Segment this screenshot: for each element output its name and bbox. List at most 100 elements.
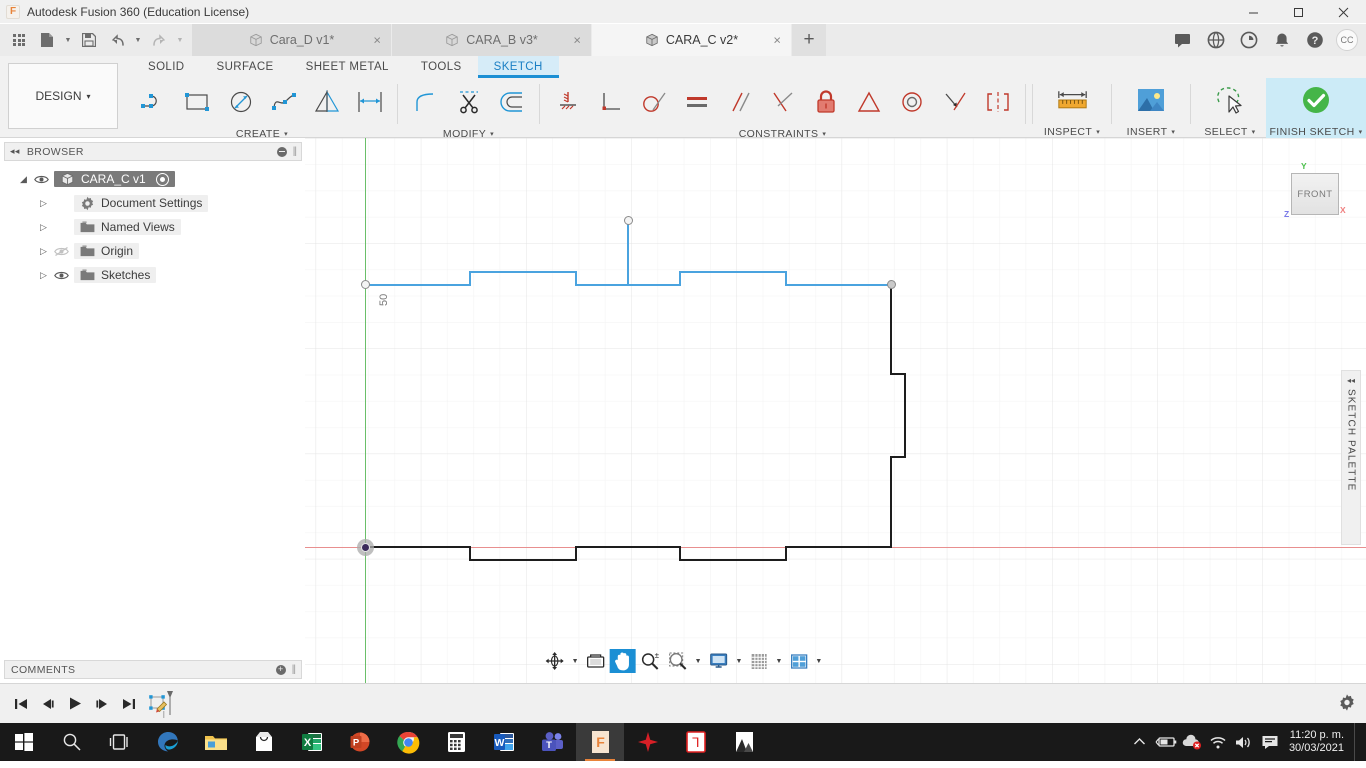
clock[interactable]: 11:20 p. m. 30/03/2021 xyxy=(1283,729,1354,755)
zoom-icon[interactable]: ± xyxy=(636,649,664,673)
wifi-icon[interactable] xyxy=(1205,723,1231,761)
eye-icon[interactable] xyxy=(54,268,69,283)
grid-snaps-icon[interactable] xyxy=(745,649,772,673)
task-view-icon[interactable] xyxy=(96,723,144,761)
eye-off-icon[interactable] xyxy=(54,244,69,259)
calculator-icon[interactable] xyxy=(432,723,480,761)
tree-node-cara-c[interactable]: CARA_C v1 xyxy=(54,171,175,187)
globe-icon[interactable] xyxy=(1199,24,1232,56)
sketch-notch-side[interactable] xyxy=(904,373,906,458)
sketch-top-segment[interactable] xyxy=(365,284,471,286)
equal-constraint-icon[interactable] xyxy=(675,81,718,123)
step-forward-icon[interactable] xyxy=(89,690,114,718)
word-icon[interactable]: W xyxy=(480,723,528,761)
help-icon[interactable]: ? xyxy=(1298,24,1331,56)
play-icon[interactable] xyxy=(62,690,87,718)
expand-triangle-icon[interactable]: ▷ xyxy=(38,270,49,281)
expand-triangle-icon[interactable]: ▷ xyxy=(38,198,49,209)
sketch-bottom-riser[interactable] xyxy=(785,546,787,561)
sketch-feature-icon[interactable] xyxy=(143,690,179,718)
sketch-right-edge[interactable] xyxy=(890,284,892,374)
expand-triangle-icon[interactable]: ◢ xyxy=(18,174,29,185)
sketch-top-segment[interactable] xyxy=(469,271,577,273)
undo-icon[interactable] xyxy=(104,27,130,53)
microsoft-store-icon[interactable] xyxy=(240,723,288,761)
curvature-constraint-icon[interactable] xyxy=(933,81,976,123)
show-hidden-icons-icon[interactable] xyxy=(1127,723,1153,761)
comments-grip-icon[interactable]: || xyxy=(292,664,296,675)
close-icon[interactable]: × xyxy=(773,34,781,47)
circle-icon[interactable] xyxy=(219,81,262,123)
perpendicular-constraint-icon[interactable] xyxy=(589,81,632,123)
tree-node-document-settings[interactable]: Document Settings xyxy=(74,194,209,212)
zoom-window-icon[interactable] xyxy=(664,649,692,673)
rectangle-icon[interactable] xyxy=(176,81,219,123)
show-desktop-button[interactable] xyxy=(1354,723,1362,761)
pan-hand-icon[interactable] xyxy=(609,649,636,673)
sketch-dimension-icon[interactable] xyxy=(348,81,391,123)
trim-icon[interactable] xyxy=(447,81,490,123)
tree-node-named-views[interactable]: Named Views xyxy=(74,219,181,235)
cloud-sync-error-icon[interactable] xyxy=(1179,723,1205,761)
select-cursor-icon[interactable] xyxy=(1209,78,1252,122)
orbit-icon[interactable] xyxy=(541,649,569,673)
viewports-icon[interactable] xyxy=(785,649,812,673)
horizontal-vertical-constraint-icon[interactable] xyxy=(546,81,589,123)
viewcube-front-face[interactable]: FRONT xyxy=(1291,173,1339,215)
add-comment-icon[interactable]: + xyxy=(275,664,286,675)
midpoint-constraint-icon[interactable] xyxy=(761,81,804,123)
maximize-button[interactable] xyxy=(1276,0,1321,24)
redo-icon[interactable] xyxy=(146,27,172,53)
expand-triangle-icon[interactable]: ▷ xyxy=(38,246,49,257)
zoom-window-caret-icon[interactable]: ▼ xyxy=(692,658,705,665)
sketch-top-riser[interactable] xyxy=(469,271,471,286)
sketch-palette-panel[interactable]: ◂◂ SKETCH PALETTE xyxy=(1341,370,1361,545)
photos-icon[interactable] xyxy=(720,723,768,761)
windows-start-icon[interactable] xyxy=(0,723,48,761)
step-back-icon[interactable] xyxy=(35,690,60,718)
tab-solid[interactable]: SOLID xyxy=(132,56,201,78)
parallel-constraint-icon[interactable] xyxy=(718,81,761,123)
concentric-constraint-icon[interactable] xyxy=(847,81,890,123)
redo-caret-icon[interactable]: ▼ xyxy=(174,27,186,53)
undo-caret-icon[interactable]: ▼ xyxy=(132,27,144,53)
display-settings-icon[interactable] xyxy=(705,649,733,673)
sketch-right-edge[interactable] xyxy=(890,456,892,548)
tab-surface[interactable]: SURFACE xyxy=(201,56,290,78)
tree-row-cara-c[interactable]: ◢ CARA_C v1 xyxy=(0,167,305,191)
sketch-vertical-line[interactable] xyxy=(627,220,629,286)
tree-row-named-views[interactable]: ▷ Named Views xyxy=(0,215,305,239)
sketch-bottom-segment[interactable] xyxy=(469,559,577,561)
display-settings-caret-icon[interactable]: ▼ xyxy=(733,658,746,665)
view-cube[interactable]: Y X Z FRONT xyxy=(1284,161,1346,221)
tab-tools[interactable]: TOOLS xyxy=(405,56,478,78)
tree-row-document-settings[interactable]: ▷ Document Settings xyxy=(0,191,305,215)
browser-minimize-icon[interactable] xyxy=(276,146,287,157)
measure-ruler-icon[interactable] xyxy=(1051,78,1094,122)
eye-icon[interactable] xyxy=(34,172,49,187)
action-center-icon[interactable] xyxy=(1257,723,1283,761)
edge-icon[interactable] xyxy=(144,723,192,761)
spline-icon[interactable] xyxy=(262,81,305,123)
sketch-notch-bottom[interactable] xyxy=(890,456,906,458)
sketch-bottom-riser[interactable] xyxy=(575,546,577,561)
battery-icon[interactable] xyxy=(1153,723,1179,761)
new-document-icon[interactable] xyxy=(34,27,60,53)
save-icon[interactable] xyxy=(76,27,102,53)
line-icon[interactable] xyxy=(133,81,176,123)
fillet-icon[interactable] xyxy=(404,81,447,123)
workspace-selector[interactable]: DESIGN ▾ xyxy=(8,63,118,129)
finish-sketch-check-icon[interactable] xyxy=(1295,78,1338,122)
activate-component-radio[interactable] xyxy=(155,172,169,186)
look-at-icon[interactable] xyxy=(582,649,610,673)
symmetry-constraint-icon[interactable] xyxy=(976,81,1019,123)
browser-collapse-icon[interactable]: ◂◂ xyxy=(10,146,20,157)
sketch-point[interactable] xyxy=(624,216,633,225)
skip-to-start-icon[interactable] xyxy=(8,690,33,718)
sketch-bottom-segment[interactable] xyxy=(575,546,681,548)
skip-to-end-icon[interactable] xyxy=(116,690,141,718)
expand-triangle-icon[interactable]: ▷ xyxy=(38,222,49,233)
sketch-top-riser[interactable] xyxy=(679,271,681,286)
avatar[interactable]: CC xyxy=(1336,29,1358,51)
document-tab-cara-c[interactable]: CARA_C v2* × xyxy=(592,24,792,56)
